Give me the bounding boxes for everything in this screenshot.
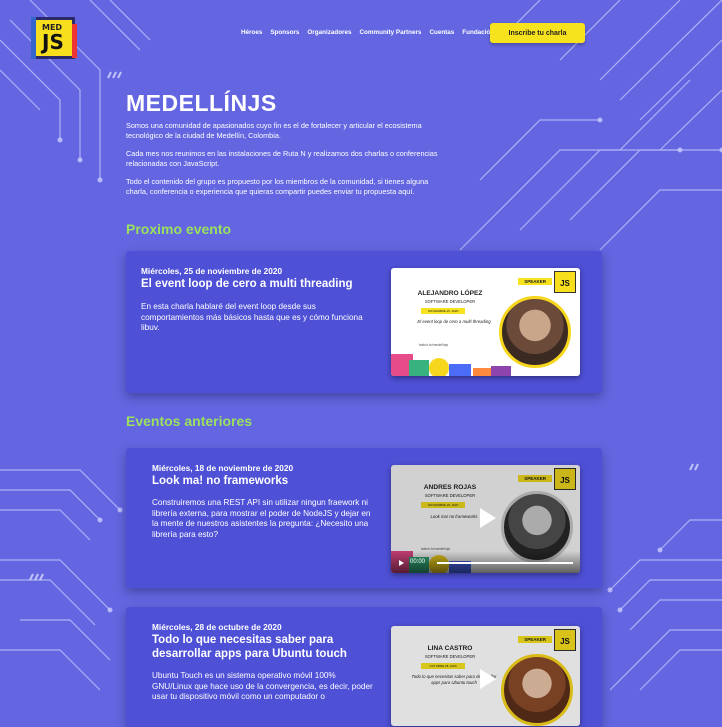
event-card: Miércoles, 25 de noviembre de 2020 El ev…: [126, 251, 602, 393]
play-small-icon[interactable]: [399, 560, 404, 566]
decorative-shapes: [391, 346, 511, 376]
event-video[interactable]: JS SPEAKER LINA CASTRO SOFTWARE DEVELOPE…: [391, 626, 580, 726]
nav-link-cuentas[interactable]: Cuentas: [429, 29, 454, 36]
video-time: 00:00: [410, 559, 425, 565]
video-controls: 00:00: [391, 551, 580, 573]
event-video[interactable]: JS SPEAKER ANDRES ROJAS SOFTWARE DEVELOP…: [391, 465, 580, 573]
intro-text: Somos una comunidad de apasionados cuyo …: [126, 121, 444, 205]
intro-paragraph: Somos una comunidad de apasionados cuyo …: [126, 121, 444, 140]
medjs-mini-logo: JS: [554, 271, 576, 293]
submit-talk-button[interactable]: Inscribe tu charla: [490, 23, 585, 43]
nav-link-community-partners[interactable]: Community Partners: [360, 29, 422, 36]
thumbnail-date: NOVIEMBRE 25, 2020: [421, 308, 465, 314]
event-card: Miércoles, 18 de noviembre de 2020 Look …: [126, 448, 602, 588]
intro-paragraph: Cada mes nos reunimos en las instalacion…: [126, 149, 444, 168]
medellinjs-logo[interactable]: MED JS: [33, 17, 75, 59]
event-title: El event loop de cero a multi threading: [141, 277, 371, 291]
event-title: Todo lo que necesitas saber para desarro…: [152, 633, 382, 661]
speaker-badge: SPEAKER: [518, 278, 552, 285]
nav-link-organizadores[interactable]: Organizadores: [307, 29, 351, 36]
speaker-role: SOFTWARE DEVELOPER: [391, 299, 509, 304]
event-description: Ubuntu Touch es un sistema operativo móv…: [152, 671, 374, 703]
event-date: Miércoles, 28 de octubre de 2020: [152, 622, 282, 632]
nav-link-heroes[interactable]: Héroes: [241, 29, 262, 36]
play-icon[interactable]: [470, 663, 500, 693]
logo-stripe-red: [72, 24, 77, 58]
event-date: Miércoles, 18 de noviembre de 2020: [152, 463, 293, 473]
logo-stripe-blue: [31, 17, 36, 59]
event-description: En esta charla hablaré del event loop de…: [141, 302, 363, 334]
event-date: Miércoles, 25 de noviembre de 2020: [141, 266, 282, 276]
intro-paragraph: Todo el contenido del grupo es propuesto…: [126, 177, 444, 196]
video-progress-bar[interactable]: [437, 562, 573, 564]
event-title: Look ma! no frameworks: [152, 474, 382, 488]
event-card: Miércoles, 28 de octubre de 2020 Todo lo…: [126, 607, 602, 727]
logo-js-text: JS: [42, 30, 64, 54]
next-event-heading: Proximo evento: [126, 221, 231, 237]
past-events-heading: Eventos anteriores: [126, 413, 252, 429]
page-title: MEDELLÍNJS: [126, 90, 277, 117]
event-description: Construiremos una REST API sin utilizar …: [152, 498, 374, 540]
event-thumbnail[interactable]: JS SPEAKER ALEJANDRO LÓPEZ SOFTWARE DEVE…: [391, 268, 580, 376]
play-icon[interactable]: [470, 502, 500, 532]
nav-link-sponsors[interactable]: Sponsors: [270, 29, 299, 36]
thumbnail-talk-title: El event loop de cero a multi threading: [411, 319, 497, 325]
main-nav: Héroes Sponsors Organizadores Community …: [241, 29, 502, 36]
speaker-name: ALEJANDRO LÓPEZ: [391, 290, 509, 297]
